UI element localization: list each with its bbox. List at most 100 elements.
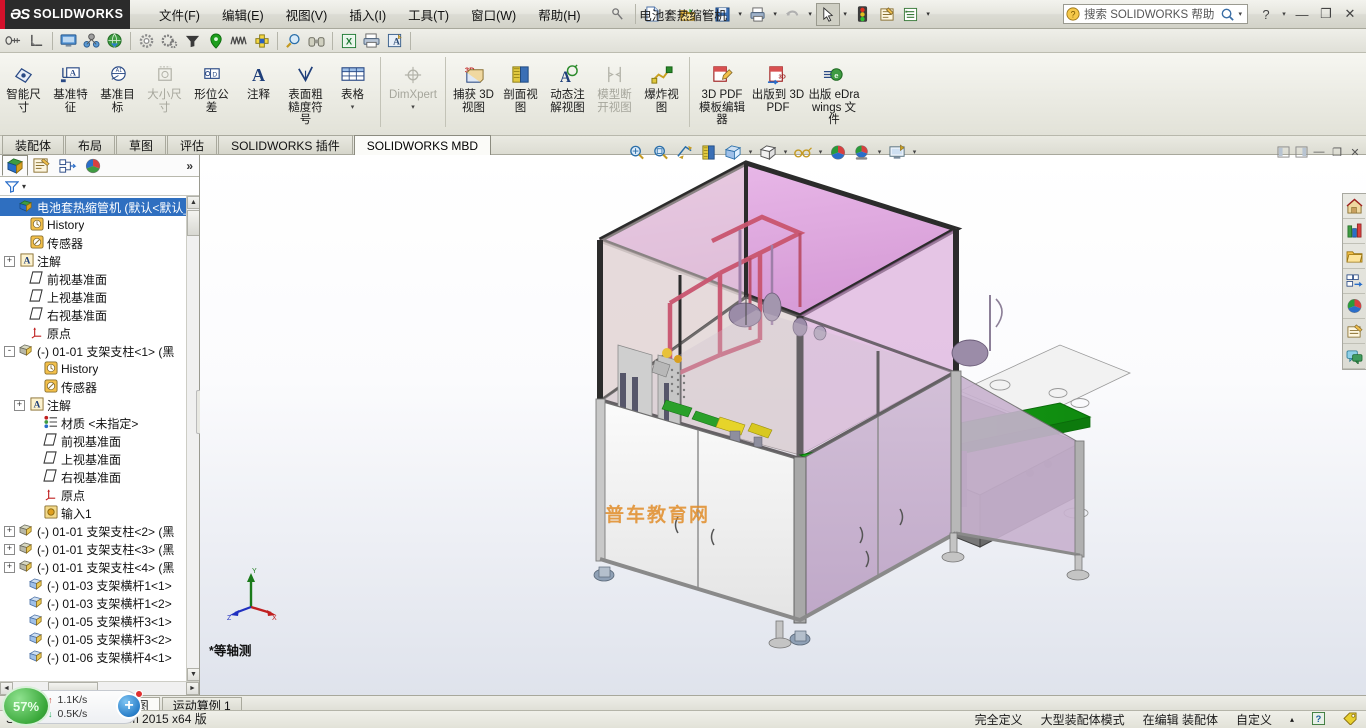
tree-node-sub-sensors[interactable]: 传感器	[0, 378, 199, 396]
3d-pdf-template-editor-button[interactable]: 3D PDF 模板编辑器	[694, 57, 750, 133]
table-dropdown-caret[interactable]: ▾	[351, 103, 355, 111]
tab-sketch[interactable]: 草图	[116, 135, 166, 154]
datum-target-button[interactable]: A1 基准目标	[94, 57, 141, 133]
edit-appearance-button[interactable]	[826, 140, 850, 164]
hide-show-items-dropdown[interactable]: ▾	[815, 140, 826, 164]
annotate-icon[interactable]: A	[383, 30, 406, 52]
previous-view-button[interactable]	[673, 140, 697, 164]
new-document-dropdown[interactable]: ▾	[665, 3, 676, 26]
tag-icon[interactable]	[1343, 712, 1358, 728]
open-document-dropdown[interactable]: ▾	[700, 3, 711, 26]
manager-tabs-more[interactable]: »	[186, 159, 199, 173]
minimize-icon[interactable]: —	[1310, 142, 1328, 162]
filter-dropdown-caret[interactable]: ▾	[22, 182, 26, 191]
tree-node-beam-2[interactable]: (-) 01-03 支架横杆1<2>	[0, 594, 199, 612]
view-orientation-dropdown[interactable]: ▾	[745, 140, 756, 164]
gears-icon[interactable]	[158, 30, 181, 52]
design-library-item[interactable]	[1343, 219, 1365, 244]
save-dropdown[interactable]: ▾	[735, 3, 746, 26]
tree-node-import1[interactable]: 输入1	[0, 504, 199, 522]
rebuild-icon[interactable]	[851, 3, 875, 26]
tree-node-material[interactable]: 材质 <未指定>	[0, 414, 199, 432]
network-speed-widget[interactable]: 57% ↑ 1.1K/s ↓ 0.5K/s +	[0, 684, 148, 728]
display-icon[interactable]	[57, 30, 80, 52]
tree-node-part-2[interactable]: + (-) 01-01 支架支柱<2> (黑	[0, 522, 199, 540]
print-dropdown[interactable]: ▾	[770, 3, 781, 26]
search-dropdown-caret[interactable]: ▾	[1235, 10, 1245, 18]
status-caret[interactable]: ▴	[1290, 715, 1294, 724]
size-dimension-button[interactable]: 大小尺寸	[141, 57, 188, 133]
tree-expander[interactable]: +	[4, 526, 15, 537]
tree-node-sub-annotations[interactable]: + A 注解	[0, 396, 199, 414]
tree-node-right-plane[interactable]: 右视基准面	[0, 306, 199, 324]
feature-tree-filter[interactable]: ▾	[0, 177, 199, 196]
view-settings-dropdown[interactable]: ▾	[909, 140, 920, 164]
restore-right-icon[interactable]	[1292, 142, 1310, 162]
select-dropdown[interactable]: ▾	[840, 3, 851, 26]
print-icon[interactable]	[746, 3, 770, 26]
pin-icon[interactable]	[606, 3, 630, 26]
tree-node-part-3[interactable]: + (-) 01-01 支架支柱<3> (黑	[0, 540, 199, 558]
display-style-dropdown[interactable]: ▾	[780, 140, 791, 164]
view-orientation-button[interactable]	[721, 140, 745, 164]
tree-expander[interactable]: +	[4, 562, 15, 573]
custom-properties-item[interactable]	[1343, 319, 1365, 344]
publish-3d-pdf-button[interactable]: 3D 出版到 3D PDF	[750, 57, 806, 133]
feature-tree-vertical-scrollbar[interactable]: ▲ ▼	[186, 196, 199, 681]
select-pointer-icon[interactable]	[816, 3, 840, 26]
gear-icon[interactable]	[135, 30, 158, 52]
print-icon[interactable]	[360, 30, 383, 52]
item-list-dropdown[interactable]: ▾	[923, 3, 934, 26]
tree-node-sub-history[interactable]: History	[0, 360, 199, 378]
save-icon[interactable]	[711, 3, 735, 26]
spring-icon[interactable]	[227, 30, 250, 52]
section-view-button[interactable]	[697, 140, 721, 164]
menu-insert[interactable]: 插入(I)	[338, 1, 397, 28]
surface-finish-button[interactable]: 表面粗糙度符号	[282, 57, 329, 133]
tab-evaluate[interactable]: 评估	[167, 135, 217, 154]
feature-tree[interactable]: 电池套热缩管机 (默认<默认_ History 传感器 + A	[0, 196, 199, 681]
machine-3d-model[interactable]	[200, 155, 1366, 695]
funnel-icon[interactable]	[181, 30, 204, 52]
scroll-right-button[interactable]: ►	[186, 682, 199, 695]
angle-icon[interactable]	[25, 30, 48, 52]
publish-edrawings-button[interactable]: e 出版 eDrawings 文件	[806, 57, 862, 133]
scroll-thumb[interactable]	[187, 210, 199, 236]
tree-expander[interactable]: +	[14, 400, 25, 411]
solidworks-forum-item[interactable]	[1343, 344, 1365, 369]
minimize-button[interactable]: —	[1290, 3, 1314, 25]
menu-edit[interactable]: 编辑(E)	[211, 1, 275, 28]
tree-node-beam-5[interactable]: (-) 01-06 支架横杆4<1>	[0, 648, 199, 666]
zoom-icon[interactable]	[282, 30, 305, 52]
help-button[interactable]: ?	[1254, 3, 1278, 25]
apply-scene-button[interactable]	[850, 140, 874, 164]
geometric-tolerance-button[interactable]: D 形位公差	[188, 57, 235, 133]
property-manager-tab[interactable]	[28, 155, 54, 176]
search-help-box[interactable]: ? 搜索 SOLIDWORKS 帮助 ▾	[1063, 4, 1248, 24]
tree-node-sub-top-plane[interactable]: 上视基准面	[0, 450, 199, 468]
undo-dropdown[interactable]: ▾	[805, 3, 816, 26]
section-view-button[interactable]: 剖面视图	[497, 57, 544, 133]
undo-icon[interactable]	[781, 3, 805, 26]
tree-node-part-4[interactable]: + (-) 01-01 支架支柱<4> (黑	[0, 558, 199, 576]
open-document-icon[interactable]	[676, 3, 700, 26]
sw-resources-item[interactable]	[1343, 194, 1365, 219]
tree-node-top-plane[interactable]: 上视基准面	[0, 288, 199, 306]
feature-manager-tab[interactable]	[2, 155, 28, 176]
restore-icon[interactable]: ❐	[1328, 142, 1346, 162]
item-list-icon[interactable]	[899, 3, 923, 26]
model-break-view-button[interactable]: 模型断开视图	[591, 57, 638, 133]
tree-node-part-1[interactable]: - (-) 01-01 支架支柱<1> (黑	[0, 342, 199, 360]
view-settings-button[interactable]	[885, 140, 909, 164]
datum-feature-button[interactable]: A 基准特征	[47, 57, 94, 133]
dimension-icon[interactable]	[2, 30, 25, 52]
tab-layout[interactable]: 布局	[65, 135, 115, 154]
tree-node-sub-right-plane[interactable]: 右视基准面	[0, 468, 199, 486]
excel-icon[interactable]: X	[337, 30, 360, 52]
tab-assembly[interactable]: 装配体	[2, 135, 64, 154]
view-palette-item[interactable]	[1343, 269, 1365, 294]
assembly-icon[interactable]	[80, 30, 103, 52]
new-document-icon[interactable]	[641, 3, 665, 26]
search-input[interactable]: 搜索 SOLIDWORKS 帮助	[1080, 6, 1220, 22]
scroll-down-button[interactable]: ▼	[187, 668, 199, 681]
